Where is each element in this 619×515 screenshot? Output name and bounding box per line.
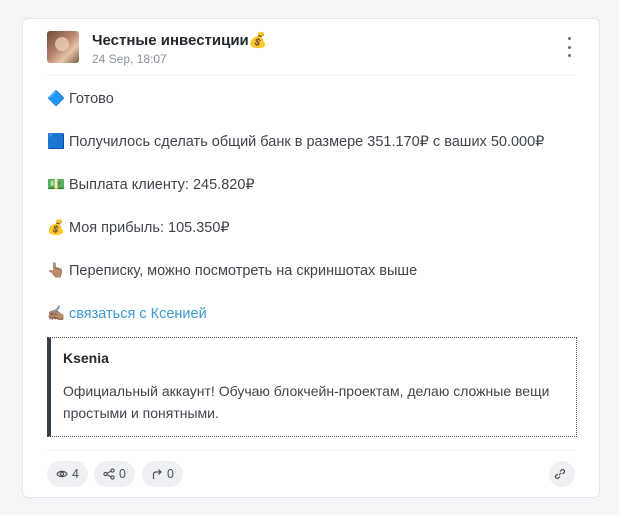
content-line-text: Моя прибыль: 105.350₽ [69, 220, 230, 236]
content-line-text: Выплата клиенту: 245.820₽ [69, 177, 255, 193]
forwards-count: 0 [167, 467, 174, 481]
blue-diamond-emoji-icon: 🔷 [47, 91, 66, 107]
link-icon [554, 468, 566, 480]
shares-count: 0 [119, 467, 126, 481]
contact-line: ✍🏽 связаться с Ксенией [47, 304, 575, 324]
eye-icon [56, 470, 68, 478]
contact-link[interactable]: связаться с Ксенией [69, 306, 207, 322]
banknote-emoji-icon: 💵 [47, 177, 66, 193]
quote-author: Ksenia [63, 350, 109, 366]
post-header: Честные инвестиции💰 24 Sep, 18:07 [47, 31, 575, 75]
forward-icon [152, 469, 162, 479]
quote-block: Ksenia Официальный аккаунт! Обучаю блокч… [47, 337, 577, 437]
channel-title[interactable]: Честные инвестиции💰 [92, 31, 267, 49]
post-footer: 4 0 0 [47, 461, 575, 487]
content-line: 💵 Выплата клиенту: 245.820₽ [47, 175, 575, 195]
money-bag-emoji-icon: 💰 [47, 220, 66, 236]
content-line-text: Получилось сделать общий банк в размере … [69, 134, 545, 150]
content-line: 🟦 Получилось сделать общий банк в размере… [47, 132, 575, 152]
post-content: 🔷 Готово 🟦 Получилось сделать общий банк в… [47, 89, 575, 347]
pointing-up-emoji-icon: 👆🏽 [47, 263, 66, 279]
content-line: 🔷 Готово [47, 89, 575, 109]
channel-avatar[interactable] [47, 31, 79, 63]
content-line-text: Готово [69, 91, 114, 107]
more-vertical-icon[interactable] [561, 37, 577, 57]
content-line: 💰 Моя прибыль: 105.350₽ [47, 218, 575, 238]
footer-divider [47, 450, 575, 451]
quote-text: Официальный аккаунт! Обучаю блокчейн-про… [63, 383, 550, 421]
header-divider [47, 75, 575, 76]
shares-counter[interactable]: 0 [94, 461, 135, 487]
post-card: Честные инвестиции💰 24 Sep, 18:07 🔷 Готов… [22, 18, 600, 498]
post-date: 24 Sep, 18:07 [92, 52, 167, 66]
forwards-counter[interactable]: 0 [142, 461, 183, 487]
copy-link-button[interactable] [549, 461, 575, 487]
blue-square-emoji-icon: 🟦 [47, 134, 66, 150]
views-count: 4 [72, 467, 79, 481]
writing-hand-emoji-icon: ✍🏽 [47, 306, 66, 322]
content-line-text: Переписку, можно посмотреть на скриншота… [69, 263, 418, 279]
views-counter[interactable]: 4 [47, 461, 88, 487]
content-line: 👆🏽 Переписку, можно посмотреть на скриншо… [47, 261, 575, 281]
share-icon [103, 468, 115, 480]
